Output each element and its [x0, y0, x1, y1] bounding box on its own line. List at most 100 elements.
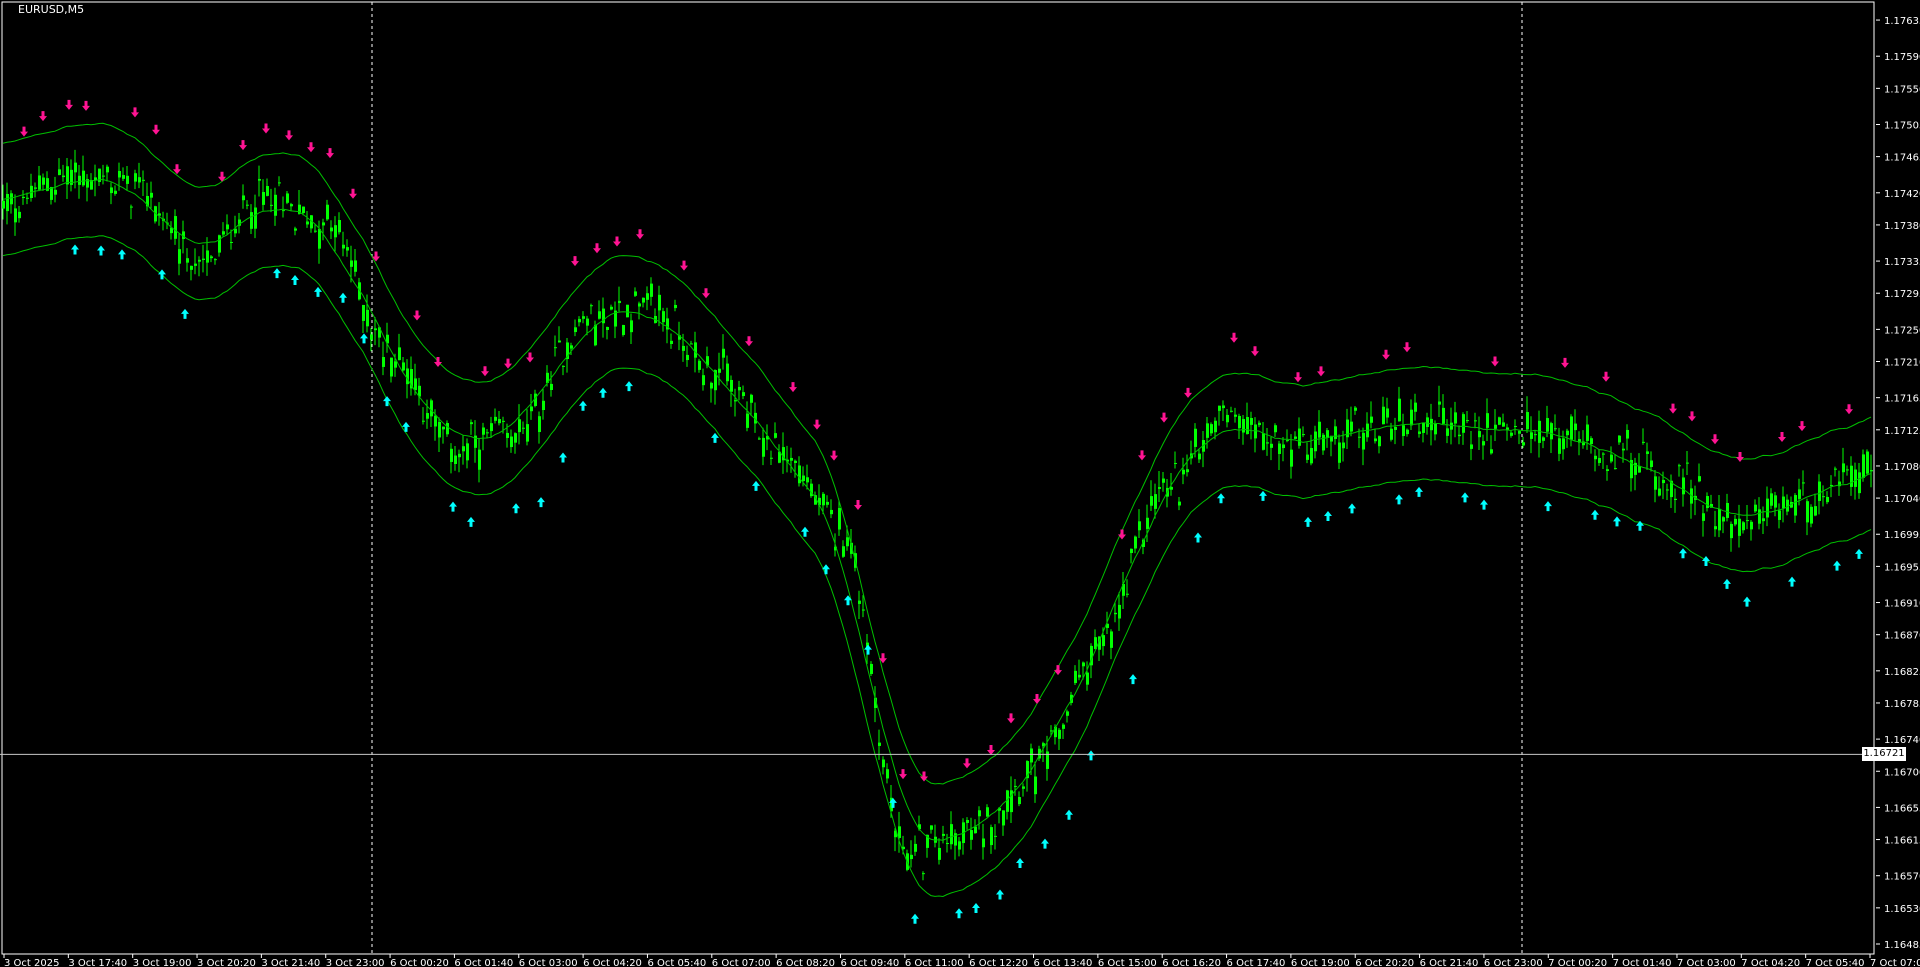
candle-body	[1810, 506, 1813, 524]
candle-body	[1866, 451, 1869, 474]
buy-arrow-icon	[1544, 501, 1552, 512]
candle-body	[790, 457, 793, 461]
sell-arrow-icon	[82, 100, 90, 111]
candle-body	[1250, 418, 1253, 425]
candle-body	[202, 258, 205, 260]
sell-arrow-icon	[481, 366, 489, 377]
buy-arrow-icon	[1461, 492, 1469, 503]
candle-body	[1614, 468, 1617, 470]
candle-body	[1506, 427, 1509, 430]
candle-body	[486, 432, 489, 434]
candle-body	[1210, 424, 1213, 434]
candle-body	[1114, 612, 1117, 615]
sell-arrow-icon	[1138, 450, 1146, 461]
sell-arrow-icon	[789, 382, 797, 393]
buy-arrow-icon	[118, 249, 126, 260]
candle-body	[1806, 501, 1809, 523]
chart-symbol-title: EURUSD,M5	[18, 3, 85, 16]
candle-body	[1130, 548, 1133, 554]
chart-canvas[interactable]: 1.17635 1.17590 1.17550 1.17505 1.17465 1.174…	[0, 0, 1920, 967]
candle-body	[1674, 498, 1677, 500]
candle-body	[482, 427, 485, 435]
sell-arrow-icon	[1778, 432, 1786, 443]
candle-body	[1666, 489, 1669, 491]
candle-body	[1186, 469, 1189, 473]
candle-body	[658, 294, 661, 311]
candle-body	[134, 173, 137, 182]
candle-body	[586, 318, 589, 326]
candle-body	[930, 825, 933, 830]
candle-body	[510, 436, 513, 448]
sell-arrow-icon	[131, 107, 139, 118]
candle-body	[58, 169, 61, 175]
time-tick-label: 6 Oct 01:40	[454, 958, 513, 967]
candle-body	[1102, 635, 1105, 647]
candle-body	[138, 177, 141, 183]
buy-arrow-icon	[1743, 596, 1751, 607]
sell-arrow-icon	[1669, 403, 1677, 414]
candle-body	[650, 283, 653, 297]
candle-body	[1034, 776, 1037, 795]
candle-body	[1730, 523, 1733, 539]
candle-body	[1702, 513, 1705, 521]
candle-body	[1402, 425, 1405, 437]
candle-body	[1050, 730, 1053, 732]
candle-body	[1314, 431, 1317, 452]
candle-body	[910, 854, 913, 860]
buy-arrow-icon	[972, 902, 980, 913]
buy-arrow-icon	[1613, 516, 1621, 527]
buy-arrow-icon	[1016, 858, 1024, 869]
candle-body	[794, 460, 797, 463]
buy-arrow-icon	[71, 244, 79, 255]
sell-arrow-icon	[1294, 372, 1302, 383]
candle-body	[1118, 604, 1121, 619]
time-tick-label: 6 Oct 15:00	[1098, 958, 1157, 967]
candle-body	[1610, 454, 1613, 462]
candle-body	[642, 297, 645, 303]
candle-body	[1502, 422, 1505, 427]
candle-body	[266, 186, 269, 196]
candle-body	[174, 216, 177, 239]
sell-arrow-icon	[854, 499, 862, 510]
candle-body	[54, 189, 57, 195]
buy-arrow-icon	[864, 644, 872, 655]
candle-body	[626, 304, 629, 318]
time-tick-label: 6 Oct 00:20	[390, 958, 449, 967]
candle-body	[334, 225, 337, 238]
sell-arrow-icon	[20, 126, 28, 137]
buy-arrow-icon	[559, 452, 567, 463]
candle-body	[490, 423, 493, 432]
candle-body	[1698, 476, 1701, 482]
candle-body	[1742, 522, 1745, 531]
candle-body	[1370, 416, 1373, 423]
candle-body	[1150, 496, 1153, 506]
candle-body	[1126, 593, 1129, 595]
lower-band-line	[2, 235, 1872, 898]
candle-body	[1246, 417, 1249, 435]
price-tick-label: 1.17080	[1884, 462, 1920, 473]
candle-body	[1542, 437, 1545, 441]
sell-arrow-icon	[963, 758, 971, 769]
candle-body	[638, 303, 641, 307]
buy-arrow-icon	[537, 497, 545, 508]
sell-arrow-icon	[1160, 412, 1168, 423]
buy-arrow-icon	[711, 432, 719, 443]
candle-body	[438, 421, 441, 438]
candle-body	[698, 360, 701, 370]
candle-body	[1342, 442, 1345, 449]
candle-body	[118, 170, 121, 178]
candle-body	[1266, 442, 1269, 444]
candle-body	[630, 320, 633, 333]
candle-body	[606, 326, 609, 330]
candle-body	[1274, 425, 1277, 433]
sell-arrow-icon	[702, 288, 710, 299]
candle-body	[1714, 526, 1717, 530]
candle-body	[318, 228, 321, 249]
sell-arrow-icon	[571, 256, 579, 267]
candle-body	[66, 166, 69, 185]
candle-body	[214, 259, 217, 261]
candle-body	[898, 826, 901, 839]
candle-body	[1570, 416, 1573, 440]
buy-arrow-icon	[339, 292, 347, 303]
candle-body	[1618, 435, 1621, 443]
